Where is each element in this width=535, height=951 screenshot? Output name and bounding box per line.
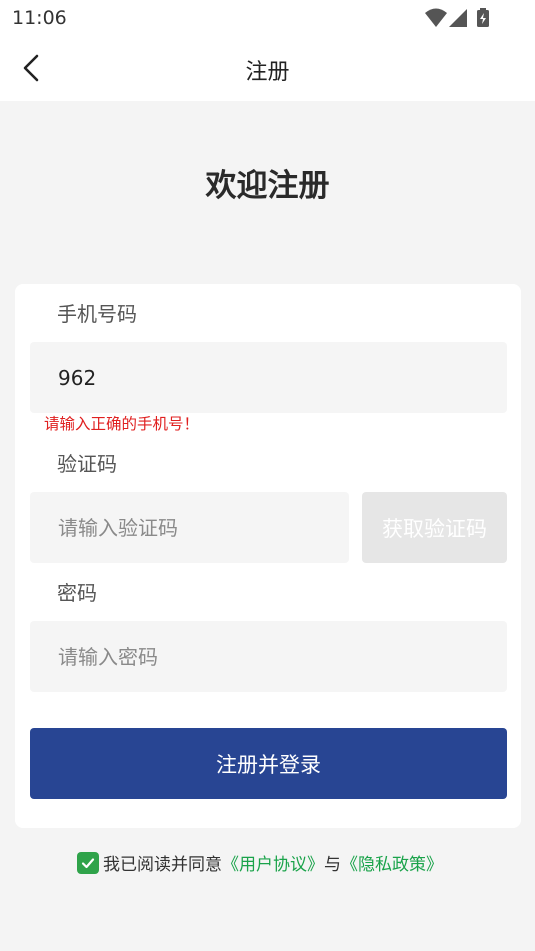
- phone-label: 手机号码: [57, 302, 137, 326]
- battery-charging-icon: [477, 8, 489, 27]
- privacy-policy-link[interactable]: 《隐私政策》: [341, 850, 443, 875]
- status-time: 11:06: [12, 7, 67, 29]
- nav-bar: 注册: [0, 36, 535, 101]
- page-title: 注册: [245, 60, 290, 85]
- agreement-checkbox[interactable]: [77, 851, 99, 874]
- password-input[interactable]: [30, 621, 507, 692]
- verification-code-input[interactable]: [30, 492, 349, 563]
- code-input-box: [30, 492, 349, 563]
- welcome-heading: 欢迎注册: [205, 168, 330, 204]
- register-login-button[interactable]: 注册并登录: [30, 728, 507, 799]
- phone-input-box: [30, 342, 507, 413]
- agreement-connector: 与: [324, 855, 341, 875]
- checkmark-icon: [81, 857, 95, 868]
- register-form-card: 手机号码 请输入正确的手机号！ 验证码 获取验证码 密码 注册并登录: [15, 284, 521, 828]
- user-agreement-link[interactable]: 《用户协议》: [222, 850, 324, 875]
- status-icons: [425, 8, 495, 28]
- get-code-button[interactable]: 获取验证码: [362, 492, 507, 563]
- agreement-prefix: 我已阅读并同意: [103, 855, 222, 875]
- password-input-box: [30, 621, 507, 692]
- phone-input[interactable]: [30, 342, 507, 413]
- code-label: 验证码: [57, 452, 117, 476]
- signal-icon: [449, 9, 467, 27]
- phone-error-message: 请输入正确的手机号！: [44, 415, 200, 433]
- wifi-icon: [425, 8, 447, 27]
- agreement-row: 我已阅读并同意 《用户协议》 与 《隐私政策》: [77, 850, 443, 875]
- status-bar: 11:06: [0, 0, 535, 36]
- password-label: 密码: [57, 581, 97, 605]
